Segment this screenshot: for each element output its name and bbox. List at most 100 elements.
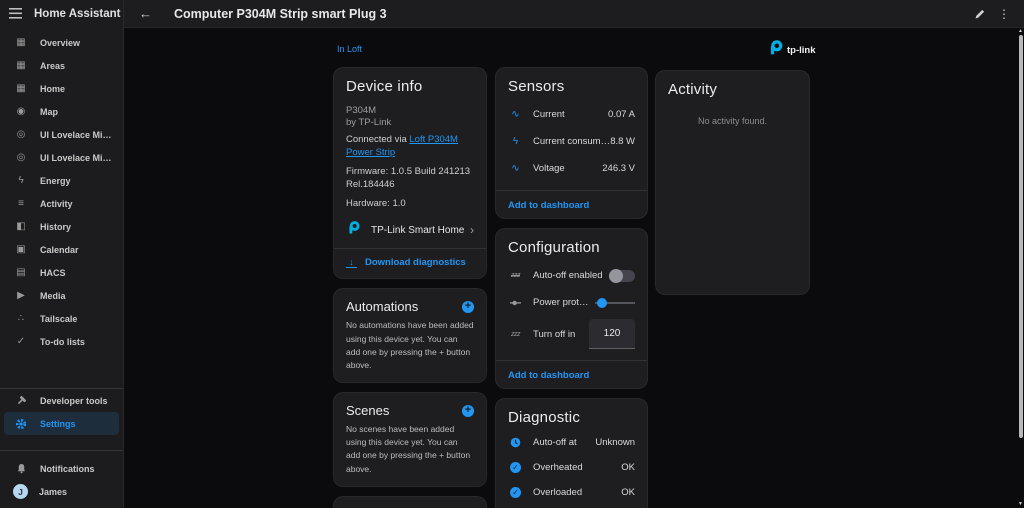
- power-protect-slider[interactable]: [595, 296, 635, 310]
- auto-off-toggle[interactable]: [609, 270, 635, 282]
- sidebar-item-label: Media: [40, 291, 66, 301]
- sensor-label: Current: [533, 109, 608, 120]
- configuration-add-to-dashboard-link[interactable]: Add to dashboard: [508, 361, 635, 384]
- scrollbar[interactable]: ▲ ▼: [1017, 28, 1024, 508]
- sidebar-item-icon: ✓: [14, 337, 28, 347]
- sidebar-item[interactable]: ▶ Media: [4, 284, 119, 307]
- scenes-empty-text: No scenes have been added using this dev…: [346, 423, 474, 476]
- sidebar-item-label: Activity: [40, 199, 73, 209]
- diagnostic-title: Diagnostic: [508, 409, 635, 426]
- check-circle-icon: ✓: [508, 487, 523, 498]
- sidebar-item-developer-tools[interactable]: Developer tools: [4, 389, 119, 412]
- device-info-title: Device info: [346, 78, 474, 95]
- download-diagnostics-button[interactable]: ↓ Download diagnostics: [346, 249, 474, 268]
- sidebar-item-icon: ◉: [14, 107, 28, 117]
- integration-row[interactable]: TP-Link Smart Home ›: [346, 220, 474, 240]
- sidebar-item-notifications[interactable]: Notifications: [4, 457, 119, 480]
- sidebar-item[interactable]: ◉ Map: [4, 100, 119, 123]
- scroll-down-icon[interactable]: ▼: [1018, 502, 1023, 507]
- sidebar-item[interactable]: ▤ HACS: [4, 261, 119, 284]
- scripts-card: Scripts + No scripts have been added usi…: [333, 496, 487, 508]
- menu-toggle-icon[interactable]: [9, 7, 25, 22]
- sensor-row[interactable]: ϟ Current consumption 8.8 W: [508, 128, 635, 155]
- device-manufacturer: by TP-Link: [346, 117, 474, 128]
- clock-icon: [508, 437, 523, 448]
- sensor-label: Current consumption: [533, 136, 610, 147]
- sidebar-item-icon: ▦: [14, 38, 28, 48]
- sidebar-item[interactable]: ◧ History: [4, 215, 119, 238]
- configuration-title: Configuration: [508, 239, 635, 256]
- sensor-label: Voltage: [533, 163, 602, 174]
- sidebar-item-label: Notifications: [40, 464, 95, 474]
- diagnostic-row[interactable]: ✓ Overheated OK: [508, 455, 635, 480]
- more-menu-icon[interactable]: ⋮: [992, 7, 1016, 21]
- toggle-knob: [609, 269, 623, 283]
- diagnostic-label: Overloaded: [533, 487, 621, 498]
- chevron-right-icon: ›: [470, 223, 474, 237]
- sensors-title: Sensors: [508, 78, 635, 95]
- activity-card: Activity No activity found.: [655, 70, 810, 295]
- connected-via-line: Connected via Loft P304M Power Strip: [346, 134, 474, 160]
- sidebar-item-settings[interactable]: Settings: [4, 412, 119, 435]
- avatar: J: [13, 484, 28, 499]
- back-icon[interactable]: ←: [139, 6, 152, 21]
- tp-link-integration-logo-icon: [346, 220, 361, 240]
- sidebar-item[interactable]: ≡ Activity: [4, 192, 119, 215]
- scroll-up-icon[interactable]: ▲: [1018, 29, 1023, 34]
- connected-via-prefix: Connected via: [346, 134, 409, 145]
- sensor-row[interactable]: ∿ Current 0.07 A: [508, 101, 635, 128]
- sidebar-item-label: Tailscale: [40, 314, 77, 324]
- scrollbar-thumb[interactable]: [1019, 35, 1023, 438]
- brand-text: tp-link: [787, 45, 816, 56]
- sensor-row[interactable]: ∿ Voltage 246.3 V: [508, 155, 635, 182]
- sidebar-item-label: Map: [40, 107, 58, 117]
- bell-icon: [14, 463, 28, 474]
- diagnostic-label: Auto-off at: [533, 437, 595, 448]
- sensors-add-to-dashboard-link[interactable]: Add to dashboard: [508, 191, 635, 214]
- sidebar-item[interactable]: ▦ Home: [4, 77, 119, 100]
- tp-link-logo-icon: [767, 39, 784, 61]
- sidebar-item-label: To-do lists: [40, 337, 85, 347]
- scenes-card: Scenes + No scenes have been added using…: [333, 392, 487, 487]
- sidebar-item-label: Areas: [40, 61, 65, 71]
- sidebar-item[interactable]: ▦ Areas: [4, 54, 119, 77]
- sidebar-item-icon: ▤: [14, 268, 28, 278]
- diagnostic-row[interactable]: ✓ Overloaded OK: [508, 480, 635, 505]
- edit-button[interactable]: [968, 8, 992, 20]
- sidebar-item-label: History: [40, 222, 71, 232]
- sidebar-item[interactable]: ◎ UI Lovelace Minimalist: [4, 123, 119, 146]
- sidebar-item[interactable]: ◎ UI Lovelace Minimalist: [4, 146, 119, 169]
- slider-icon: [508, 299, 523, 307]
- sensor-icon: ∿: [508, 110, 523, 120]
- auto-off-label: Auto-off enabled: [533, 270, 609, 281]
- slider-knob[interactable]: [597, 298, 607, 308]
- hardware-line: Hardware: 1.0: [346, 198, 474, 211]
- area-link[interactable]: In Loft: [337, 44, 362, 54]
- add-scene-button[interactable]: +: [462, 405, 474, 417]
- sidebar-item[interactable]: ϟ Energy: [4, 169, 119, 192]
- download-label: Download diagnostics: [365, 257, 466, 268]
- turn-off-input[interactable]: [589, 319, 635, 349]
- device-model: P304M: [346, 104, 474, 117]
- turn-off-row: zzz Turn off in: [508, 316, 635, 352]
- sidebar-item[interactable]: ∴ Tailscale: [4, 307, 119, 330]
- column-middle: Sensors ∿ Current 0.07 A ϟ Current consu…: [495, 67, 648, 508]
- automations-title: Automations: [346, 299, 418, 314]
- hammer-icon: [14, 395, 28, 406]
- sensors-card: Sensors ∿ Current 0.07 A ϟ Current consu…: [495, 67, 648, 219]
- diagnostic-row[interactable]: Auto-off at Unknown: [508, 430, 635, 455]
- sidebar: Home Assistant ▦ Overview ▦ Areas ▦ Home…: [0, 0, 124, 508]
- activity-title: Activity: [668, 81, 797, 98]
- sidebar-item-icon: ▣: [14, 245, 28, 255]
- firmware-line: Firmware: 1.0.5 Build 241213 Rel.184446: [346, 166, 474, 192]
- sidebar-item-icon: ▶: [14, 291, 28, 301]
- sidebar-item[interactable]: ✓ To-do lists: [4, 330, 119, 353]
- sidebar-item[interactable]: ▣ Calendar: [4, 238, 119, 261]
- sensors-rows: ∿ Current 0.07 A ϟ Current consumption 8…: [508, 101, 635, 182]
- add-automation-button[interactable]: +: [462, 301, 474, 313]
- sidebar-item-label: Home: [40, 84, 65, 94]
- sidebar-item-profile[interactable]: J James: [4, 480, 119, 503]
- column-right: Activity No activity found.: [655, 70, 810, 295]
- turn-off-label: Turn off in: [533, 329, 589, 340]
- sidebar-item[interactable]: ▦ Overview: [4, 31, 119, 54]
